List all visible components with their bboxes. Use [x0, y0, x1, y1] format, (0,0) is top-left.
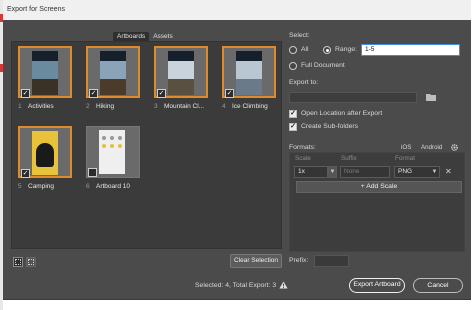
artboard-gallery: ✓ 1 Activities ✓ 2 Hiking ✓ 3 Mountain C…	[11, 41, 282, 249]
open-location-label[interactable]: Open Location after Export	[301, 110, 382, 117]
artboard-name[interactable]: Activities	[28, 103, 54, 110]
add-scale-button[interactable]: + Add Scale	[296, 181, 462, 193]
create-subfolders-checkbox[interactable]: ✓	[289, 123, 297, 131]
select-heading: Select:	[289, 32, 310, 39]
prefix-label: Prefix:	[289, 257, 309, 264]
radio-full-document[interactable]	[289, 62, 297, 70]
open-location-checkbox[interactable]: ✓	[289, 110, 297, 118]
artboard-number: 5	[18, 183, 22, 190]
artboard-number: 3	[154, 103, 158, 110]
list-view-icon[interactable]	[26, 257, 36, 267]
artboard-label: 6 Artboard 10	[86, 183, 156, 190]
artboard-thumbnail[interactable]: ✓	[222, 46, 276, 98]
artboard-name[interactable]: Camping	[28, 183, 54, 190]
radio-full-document-label[interactable]: Full Document	[301, 62, 345, 69]
android-preset-button[interactable]: Android	[421, 144, 442, 151]
artboard-checkbox[interactable]: ✓	[225, 89, 234, 98]
suffix-column-header: Suffix	[341, 155, 357, 162]
create-subfolders-label[interactable]: Create Sub-folders	[301, 123, 358, 130]
artboard-label: 1 Activities	[18, 103, 88, 110]
artboard-name[interactable]: Ice Climbing	[232, 103, 268, 110]
radio-all-label[interactable]: All	[301, 46, 309, 53]
grid-view-icon[interactable]	[13, 257, 23, 267]
artboard-number: 6	[86, 183, 90, 190]
artboard-preview-image	[100, 51, 126, 95]
artboard-name[interactable]: Artboard 10	[96, 183, 130, 190]
artboard-label: 5 Camping	[18, 183, 88, 190]
artboard-label: 2 Hiking	[86, 103, 156, 110]
ios-preset-button[interactable]: iOS	[401, 144, 411, 151]
remove-scale-icon[interactable]: ✕	[445, 167, 452, 176]
cancel-button[interactable]: Cancel	[413, 278, 463, 293]
export-dialog: Export for Screens Artboards Assets ✓ 1 …	[3, 0, 471, 300]
artboard-preview-image	[236, 51, 262, 95]
clear-selection-button[interactable]: Clear Selection	[230, 254, 282, 268]
range-input[interactable]: 1-5	[361, 44, 460, 56]
chevron-down-icon[interactable]: ▼	[328, 166, 337, 178]
export-to-heading: Export to:	[289, 79, 319, 86]
artboard-preview-image	[32, 51, 58, 95]
artboard-preview-image	[32, 131, 58, 175]
artboard-number: 2	[86, 103, 90, 110]
view-toggle	[13, 257, 36, 267]
artboard-checkbox[interactable]: ✓	[157, 89, 166, 98]
suffix-field[interactable]: None	[340, 166, 390, 178]
scale-select[interactable]: 1x	[294, 166, 328, 178]
export-status: Selected: 4, Total Export: 3	[195, 281, 288, 289]
artboard-checkbox[interactable]: ✓	[89, 89, 98, 98]
artboard-preview-image	[99, 130, 125, 174]
folder-icon[interactable]	[426, 93, 436, 101]
warning-icon[interactable]	[279, 281, 288, 289]
artboard-label: 3 Mountain Cl...	[154, 103, 224, 110]
artboard-preview-image	[168, 51, 194, 95]
prefix-field[interactable]	[314, 255, 349, 267]
formats-heading: Formats:	[289, 144, 316, 151]
radio-range-label[interactable]: Range:	[335, 46, 357, 53]
export-artboard-button[interactable]: Export Artboard	[349, 278, 405, 293]
radio-all[interactable]	[289, 46, 297, 54]
artboard-checkbox[interactable]	[88, 168, 97, 177]
scale-column-header: Scale	[295, 155, 311, 162]
gear-icon[interactable]	[450, 143, 459, 152]
artboard-thumbnail[interactable]	[86, 126, 140, 178]
export-path-field[interactable]	[289, 92, 417, 103]
artboard-checkbox[interactable]: ✓	[21, 169, 30, 178]
artboard-thumbnail[interactable]: ✓	[18, 46, 72, 98]
artboard-checkbox[interactable]: ✓	[21, 89, 30, 98]
radio-range[interactable]	[323, 46, 331, 54]
artboard-thumbnail[interactable]: ✓	[86, 46, 140, 98]
artboard-thumbnail[interactable]: ✓	[18, 126, 72, 178]
export-status-text: Selected: 4, Total Export: 3	[195, 281, 277, 289]
artboard-thumbnail[interactable]: ✓	[154, 46, 208, 98]
artboard-name[interactable]: Hiking	[96, 103, 114, 110]
artboard-number: 4	[222, 103, 226, 110]
artboard-label: 4 Ice Climbing	[222, 103, 292, 110]
artboard-number: 1	[18, 103, 22, 110]
artboard-name[interactable]: Mountain Cl...	[164, 103, 204, 110]
chevron-down-icon[interactable]: ▼	[430, 166, 439, 178]
format-column-header: Format	[395, 155, 415, 162]
window-title: Export for Screens	[3, 0, 471, 20]
